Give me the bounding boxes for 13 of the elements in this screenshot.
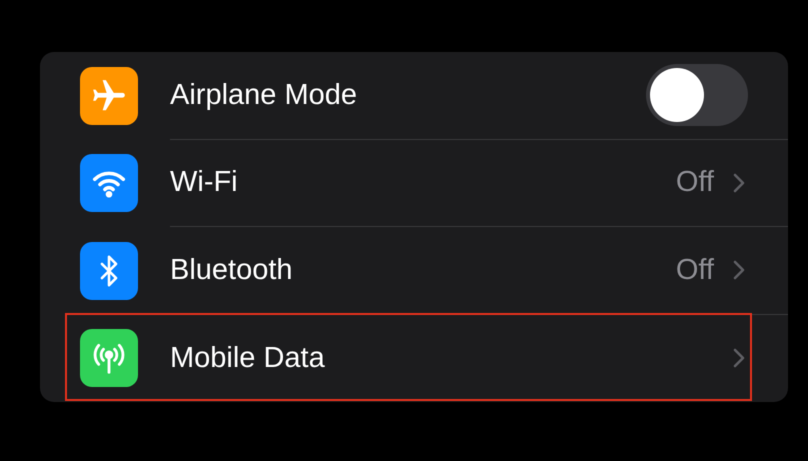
bluetooth-icon [80,242,138,300]
setting-label[interactable]: Airplane Mode [170,74,357,117]
wifi-icon [80,154,138,212]
setting-label[interactable]: Mobile Data [170,336,325,380]
setting-label[interactable]: Wi-Fi [170,161,238,204]
setting-label[interactable]: Bluetooth [170,248,293,292]
chevron-icon [732,347,746,370]
chevron-icon [732,172,746,194]
setting-value: Off [676,252,714,288]
airplane-icon [80,66,138,125]
setting-value: Off [676,165,714,200]
antenna-icon [80,329,138,388]
chevron-icon [732,259,746,282]
